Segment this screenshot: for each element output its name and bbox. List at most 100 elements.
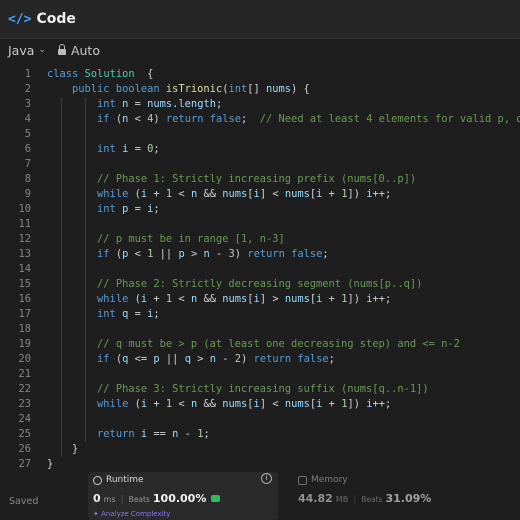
code-text: // p must be in range [1, n-3] bbox=[47, 232, 285, 247]
code-line[interactable]: 9 while (i + 1 < n && nums[i] < nums[i +… bbox=[0, 187, 520, 202]
code-token: length bbox=[178, 98, 216, 110]
code-line[interactable]: 15 // Phase 2: Strictly decreasing segme… bbox=[0, 277, 520, 292]
line-number: 13 bbox=[18, 248, 31, 260]
code-line[interactable]: 17 int q = i; bbox=[0, 307, 520, 322]
line-number: 15 bbox=[18, 278, 31, 290]
code-token: || bbox=[159, 353, 185, 365]
line-number: 3 bbox=[24, 98, 31, 110]
panel-header: </> Code bbox=[0, 0, 520, 39]
code-token: } bbox=[47, 443, 79, 455]
runtime-beats-label: Beats bbox=[128, 495, 150, 504]
code-text: while (i + 1 < n && nums[i] < nums[i + 1… bbox=[47, 187, 391, 202]
auto-mode-toggle[interactable]: Auto bbox=[57, 43, 100, 58]
runtime-beats-value: 100.00% bbox=[152, 492, 207, 505]
code-text: if (q <= p || q > n - 2) return false; bbox=[47, 352, 335, 367]
code-line[interactable]: 26 } bbox=[0, 442, 520, 457]
code-line[interactable]: 18 bbox=[0, 322, 520, 337]
code-token: int bbox=[97, 143, 123, 155]
code-token: < bbox=[128, 113, 148, 125]
code-line[interactable]: 10 int p = i; bbox=[0, 202, 520, 217]
code-token: ) { bbox=[291, 83, 310, 95]
code-token: [] bbox=[247, 83, 267, 95]
code-token: = bbox=[128, 308, 148, 320]
code-line[interactable]: 5 bbox=[0, 127, 520, 142]
code-line[interactable]: 3 int n = nums.length; bbox=[0, 97, 520, 112]
code-line[interactable]: 27} bbox=[0, 457, 520, 472]
code-line[interactable]: 6 int i = 0; bbox=[0, 142, 520, 157]
code-token: int bbox=[228, 83, 248, 95]
code-token: // q must be > p (at least one decreasin… bbox=[97, 338, 460, 350]
code-line[interactable]: 22 // Phase 3: Strictly increasing suffi… bbox=[0, 382, 520, 397]
code-token: // Phase 3: Strictly increasing suffix (… bbox=[97, 383, 429, 395]
code-token: ++; bbox=[372, 293, 392, 305]
line-number: 18 bbox=[18, 323, 31, 335]
code-line[interactable]: 8 // Phase 1: Strictly increasing prefix… bbox=[0, 172, 520, 187]
code-line[interactable]: 25 return i == n - 1; bbox=[0, 427, 520, 442]
divider: | bbox=[120, 495, 124, 505]
code-text: int q = i; bbox=[47, 307, 160, 322]
lock-icon bbox=[57, 44, 66, 55]
code-text: int n = nums.length; bbox=[47, 97, 222, 112]
code-line[interactable]: 16 while (i + 1 < n && nums[i] > nums[i … bbox=[0, 292, 520, 307]
code-token: < bbox=[172, 293, 191, 305]
memory-chip-icon bbox=[298, 475, 307, 485]
code-token: class bbox=[47, 68, 85, 80]
code-line[interactable]: 7 bbox=[0, 157, 520, 172]
code-line[interactable]: 1 class Solution { bbox=[0, 67, 520, 82]
code-token: = bbox=[128, 143, 148, 155]
line-number: 10 bbox=[18, 203, 31, 215]
line-number: 26 bbox=[18, 443, 31, 455]
code-line[interactable]: 2 public boolean isTrionic(int[] nums) { bbox=[0, 82, 520, 97]
language-label: Java bbox=[8, 42, 35, 58]
code-token: ] < bbox=[259, 398, 285, 410]
code-line[interactable]: 23 while (i + 1 < n && nums[i] < nums[i … bbox=[0, 397, 520, 412]
code-token: nums bbox=[222, 293, 248, 305]
code-text: // q must be > p (at least one decreasin… bbox=[47, 337, 460, 352]
code-token: ]) bbox=[347, 293, 367, 305]
language-select[interactable]: Java ⌄ bbox=[8, 43, 46, 58]
code-token: ) bbox=[241, 353, 254, 365]
code-token: return false bbox=[253, 353, 329, 365]
code-line[interactable]: 21 bbox=[0, 367, 520, 382]
code-token: ; bbox=[153, 203, 160, 215]
code-text: if (n < 4) return false; // Need at leas… bbox=[47, 112, 520, 127]
code-line[interactable]: 4 if (n < 4) return false; // Need at le… bbox=[0, 112, 520, 127]
code-line[interactable]: 24 bbox=[0, 412, 520, 427]
code-token: // Phase 1: Strictly increasing prefix (… bbox=[97, 173, 417, 185]
code-token: nums bbox=[147, 98, 173, 110]
line-number: 27 bbox=[18, 458, 31, 470]
code-line[interactable]: 12 // p must be in range [1, n-3] bbox=[0, 232, 520, 247]
code-token: nums bbox=[284, 293, 310, 305]
runtime-panel[interactable]: Runtime i 0 ms | Beats 100.00% ✦ Analyze… bbox=[88, 472, 278, 520]
info-icon[interactable]: i bbox=[261, 473, 272, 484]
code-token: > bbox=[190, 353, 210, 365]
line-number: 4 bbox=[24, 113, 31, 125]
runtime-value: 0 bbox=[93, 492, 101, 505]
code-token: ] > bbox=[259, 293, 285, 305]
code-text: while (i + 1 < n && nums[i] < nums[i + 1… bbox=[47, 397, 391, 412]
code-token: + bbox=[147, 188, 166, 200]
code-token: || bbox=[153, 248, 179, 260]
code-token: { bbox=[134, 68, 154, 80]
code-editor[interactable]: 1 class Solution {2 public boolean isTrio… bbox=[0, 67, 520, 475]
memory-panel[interactable]: Memory 44.82 MB | Beats 31.09% bbox=[296, 472, 496, 520]
code-line[interactable]: 11 bbox=[0, 217, 520, 232]
code-line[interactable]: 13 if (p < 1 || p > n - 3) return false; bbox=[0, 247, 520, 262]
runtime-stats: 0 ms | Beats 100.00% bbox=[93, 492, 221, 505]
code-token: while bbox=[97, 188, 135, 200]
analyze-complexity-link[interactable]: ✦ Analyze Complexity bbox=[93, 510, 170, 518]
code-line[interactable]: 20 if (q <= p || q > n - 2) return false… bbox=[0, 352, 520, 367]
code-line[interactable]: 19 // q must be > p (at least one decrea… bbox=[0, 337, 520, 352]
code-text: int p = i; bbox=[47, 202, 160, 217]
code-line[interactable]: 14 bbox=[0, 262, 520, 277]
line-number: 23 bbox=[18, 398, 31, 410]
code-token: ) bbox=[234, 248, 248, 260]
line-number: 19 bbox=[18, 338, 31, 350]
